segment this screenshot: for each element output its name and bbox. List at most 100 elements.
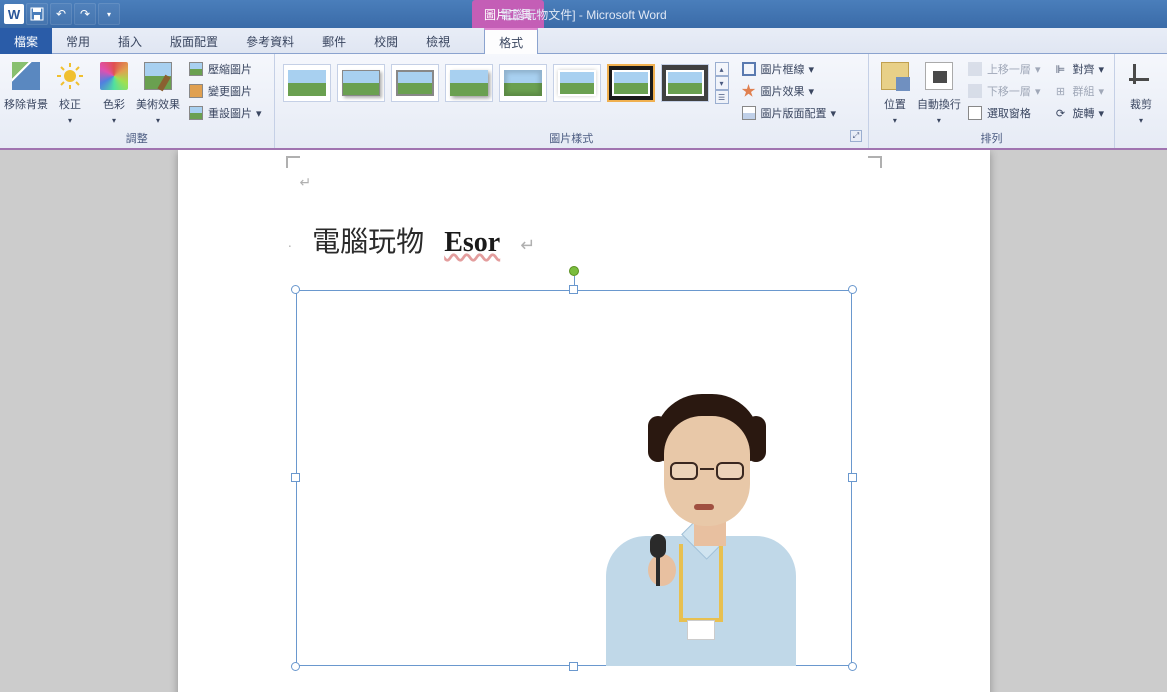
page[interactable]: ↵ · 電腦玩物 Esor ↵ (178, 150, 990, 692)
document-heading[interactable]: · 電腦玩物 Esor ↵ (288, 220, 880, 260)
redo-button[interactable]: ↷ (74, 3, 96, 25)
picture-layout-button[interactable]: 圖片版面配置 ▾ (737, 102, 841, 124)
group-icon: ⊞ (1052, 83, 1068, 99)
group-arrange: 位置 ▾ 自動換行 ▾ 上移一層 ▾ 下移一層 ▾ 選取窗格 (869, 54, 1115, 148)
dropdown-arrow-icon: ▾ (809, 63, 815, 76)
align-icon: ⊫ (1052, 61, 1068, 77)
resize-handle-tl[interactable] (291, 285, 300, 294)
position-button[interactable]: 位置 ▾ (873, 56, 917, 126)
undo-button[interactable]: ↶ (50, 3, 72, 25)
tab-format[interactable]: 格式 (484, 28, 538, 54)
group-label-adjust: 調整 (4, 128, 270, 148)
group-button: ⊞ 群組 ▾ (1048, 80, 1108, 102)
dropdown-arrow-icon: ▾ (68, 116, 72, 125)
tab-file[interactable]: 檔案 (0, 28, 52, 54)
rotate-icon: ⟳ (1052, 105, 1068, 121)
document-area[interactable]: ↵ · 電腦玩物 Esor ↵ (0, 150, 1167, 692)
resize-handle-br[interactable] (848, 662, 857, 671)
group-label-styles: 圖片樣式⤢ (279, 128, 864, 148)
corrections-icon (54, 60, 86, 92)
tab-references[interactable]: 參考資料 (232, 28, 308, 54)
dropdown-arrow-icon: ▾ (112, 116, 116, 125)
color-icon (100, 62, 128, 90)
align-button[interactable]: ⊫ 對齊 ▾ (1048, 58, 1108, 80)
bullet-mark: · (288, 240, 293, 256)
ribbon: 移除背景 校正 ▾ 色彩 ▾ 美術效果 ▾ (0, 54, 1167, 150)
picture-style-thumb[interactable] (391, 64, 439, 102)
rotate-button[interactable]: ⟳ 旋轉 ▾ (1048, 102, 1108, 124)
resize-handle-rc[interactable] (848, 473, 857, 482)
forward-icon (968, 62, 982, 76)
picture-style-thumb[interactable] (661, 64, 709, 102)
wrap-icon (925, 62, 953, 90)
tab-home[interactable]: 常用 (52, 28, 104, 54)
gallery-scroll-up[interactable]: ▴ (715, 62, 729, 76)
wrap-text-button[interactable]: 自動換行 ▾ (917, 56, 961, 126)
crop-button[interactable]: 裁剪 ▾ (1119, 56, 1163, 126)
backward-icon (968, 84, 982, 98)
resize-handle-lc[interactable] (291, 473, 300, 482)
gallery-scroll-down[interactable]: ▾ (715, 76, 729, 90)
picture-style-thumb[interactable] (283, 64, 331, 102)
save-button[interactable] (26, 3, 48, 25)
dropdown-arrow-icon: ▾ (1098, 63, 1104, 76)
dialog-launcher[interactable]: ⤢ (850, 130, 862, 142)
qat-customize-button[interactable]: ▾ (98, 3, 120, 25)
picture-style-thumb-selected[interactable] (607, 64, 655, 102)
compress-pictures-button[interactable]: 壓縮圖片 (184, 58, 266, 80)
send-backward-button: 下移一層 ▾ (963, 80, 1045, 102)
dropdown-arrow-icon: ▾ (893, 116, 897, 125)
dropdown-arrow-icon: ▾ (831, 107, 837, 120)
reset-picture-button[interactable]: 重設圖片 ▾ (184, 102, 266, 124)
picture-effects-button[interactable]: 圖片效果 ▾ (737, 80, 841, 102)
title-bar: W ↶ ↷ ▾ 圖片工具 電腦玩物文件] - Microsoft Word (0, 0, 1167, 28)
layout-icon (742, 106, 756, 120)
heading-chinese[interactable]: 電腦玩物 (312, 220, 424, 260)
dropdown-arrow-icon: ▾ (937, 116, 941, 125)
change-picture-button[interactable]: 變更圖片 (184, 80, 266, 102)
document-title: 電腦玩物文件] - Microsoft Word (500, 6, 666, 23)
quick-access-toolbar: W ↶ ↷ ▾ (0, 3, 124, 25)
tab-review[interactable]: 校閱 (360, 28, 412, 54)
resize-handle-tc[interactable] (569, 285, 578, 294)
compress-icon (188, 61, 204, 77)
rotate-handle[interactable] (569, 266, 579, 276)
artistic-effects-button[interactable]: 美術效果 ▾ (136, 56, 180, 126)
remove-background-button[interactable]: 移除背景 (4, 56, 48, 126)
resize-handle-tr[interactable] (848, 285, 857, 294)
picture-style-thumb[interactable] (337, 64, 385, 102)
selected-picture[interactable] (296, 290, 852, 666)
group-size: 裁剪 ▾ (1115, 54, 1167, 148)
dropdown-arrow-icon: ▾ (156, 116, 160, 125)
heading-english[interactable]: Esor (444, 227, 500, 259)
gallery-more-button[interactable]: ☰ (715, 90, 729, 104)
gallery-scroll: ▴ ▾ ☰ (715, 62, 729, 104)
effects-icon (742, 84, 756, 98)
corrections-button[interactable]: 校正 ▾ (48, 56, 92, 126)
paragraph-mark: ↵ (300, 174, 312, 191)
dropdown-arrow-icon: ▾ (809, 85, 815, 98)
selection-pane-icon (968, 106, 982, 120)
tab-page-layout[interactable]: 版面配置 (156, 28, 232, 54)
tab-insert[interactable]: 插入 (104, 28, 156, 54)
position-icon (881, 62, 909, 90)
reset-picture-icon (188, 105, 204, 121)
photo-content (576, 388, 806, 666)
crop-icon (1129, 64, 1153, 88)
dropdown-arrow-icon: ▾ (1139, 116, 1143, 125)
tab-mailings[interactable]: 郵件 (308, 28, 360, 54)
picture-style-thumb[interactable] (445, 64, 493, 102)
tab-view[interactable]: 檢視 (412, 28, 464, 54)
word-icon[interactable]: W (4, 4, 24, 24)
color-button[interactable]: 色彩 ▾ (92, 56, 136, 126)
artistic-icon (144, 62, 172, 90)
resize-handle-bl[interactable] (291, 662, 300, 671)
picture-style-thumb[interactable] (499, 64, 547, 102)
selection-pane-button[interactable]: 選取窗格 (963, 102, 1045, 124)
group-label-arrange: 排列 (873, 128, 1110, 148)
group-adjust: 移除背景 校正 ▾ 色彩 ▾ 美術效果 ▾ (0, 54, 275, 148)
remove-bg-icon (12, 62, 40, 90)
picture-style-thumb[interactable] (553, 64, 601, 102)
picture-border-button[interactable]: 圖片框線 ▾ (737, 58, 841, 80)
dropdown-arrow-icon: ▾ (1098, 107, 1104, 120)
